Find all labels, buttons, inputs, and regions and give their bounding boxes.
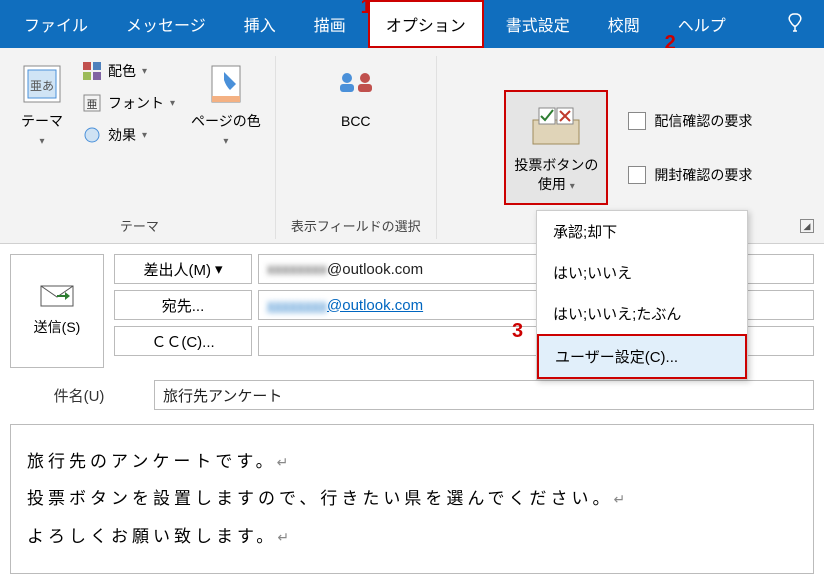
tab-options[interactable]: オプション	[368, 0, 484, 48]
tab-insert[interactable]: 挿入	[228, 2, 292, 46]
subject-label: 件名(U)	[10, 380, 148, 410]
vote-option-yes-no[interactable]: はい;いいえ	[537, 252, 747, 293]
body-line-2: 投票ボタンを設置しますので、行きたい県を選んでください。	[27, 489, 613, 508]
send-button-label: 送信(S)	[34, 317, 81, 337]
font-button-label: フォント	[108, 93, 164, 113]
palette-icon	[82, 61, 102, 81]
chevron-down-icon: ▾	[142, 130, 147, 141]
page-color-button[interactable]: ページの色 ▾	[187, 56, 265, 152]
checkbox-icon	[628, 112, 646, 130]
color-button-label: 配色	[108, 61, 136, 81]
bcc-button[interactable]: BCC	[328, 56, 384, 134]
group-theme-label: テーマ	[120, 212, 159, 239]
svg-text:亜あ: 亜あ	[30, 79, 54, 93]
delivery-receipt-label: 配信確認の要求	[654, 111, 752, 131]
paragraph-mark-icon: ↵	[277, 529, 289, 545]
color-button[interactable]: 配色 ▾	[78, 58, 179, 84]
theme-icon: 亜あ	[18, 60, 66, 108]
page-color-label: ページの色	[191, 113, 261, 129]
vote-button-label1: 投票ボタンの	[514, 157, 598, 173]
chevron-down-icon: ▾	[223, 136, 228, 147]
body-line-1: 旅行先のアンケートです。	[27, 452, 277, 471]
group-theme: 亜あ テーマ ▾ 配色 ▾ 亜 フォント ▾ 効果 ▾	[4, 56, 276, 239]
page-color-icon	[202, 60, 250, 108]
tab-message[interactable]: メッセージ	[110, 2, 222, 46]
vote-option-approve-reject[interactable]: 承認;却下	[537, 211, 747, 252]
tab-help[interactable]: ヘルプ	[662, 2, 742, 46]
group-show-fields: BCC 表示フィールドの選択	[276, 56, 437, 239]
paragraph-mark-icon: ↵	[613, 491, 625, 507]
vote-button[interactable]: 投票ボタンの 使用 ▾	[504, 90, 608, 204]
font-icon: 亜	[82, 93, 102, 113]
vote-icon	[527, 102, 585, 150]
paragraph-mark-icon: ↵	[277, 454, 289, 470]
bcc-button-label: BCC	[341, 112, 371, 130]
vote-dropdown-menu: 承認;却下 はい;いいえ はい;いいえ;たぶん ユーザー設定(C)...	[536, 210, 748, 380]
tab-draw-label: 描画	[314, 18, 346, 35]
checkbox-icon	[628, 166, 646, 184]
tellme-icon[interactable]	[778, 4, 816, 45]
chevron-down-icon: ▾	[170, 98, 175, 109]
effect-button[interactable]: 効果 ▾	[78, 122, 179, 148]
vote-option-custom[interactable]: ユーザー設定(C)...	[537, 334, 747, 379]
from-button[interactable]: 差出人(M)▾	[114, 254, 252, 284]
subject-input[interactable]: 旅行先アンケート	[154, 380, 814, 410]
to-button[interactable]: 宛先...	[114, 290, 252, 320]
theme-button-label: テーマ	[21, 113, 63, 129]
font-button[interactable]: 亜 フォント ▾	[78, 90, 179, 116]
send-button[interactable]: 送信(S)	[10, 254, 104, 368]
bcc-icon	[332, 60, 380, 108]
message-body[interactable]: 旅行先のアンケートです。↵ 投票ボタンを設置しますので、行きたい県を選んでくださ…	[10, 424, 814, 574]
chevron-down-icon: ▾	[142, 66, 147, 77]
effect-button-label: 効果	[108, 125, 136, 145]
vote-button-label2: 使用	[538, 176, 566, 192]
read-receipt-checkbox[interactable]: 開封確認の要求	[628, 159, 752, 191]
tab-draw[interactable]: 描画 1	[298, 2, 362, 46]
effect-icon	[82, 125, 102, 145]
tab-review-label: 校閲	[608, 18, 640, 35]
group-show-fields-label: 表示フィールドの選択	[291, 212, 421, 239]
tab-review[interactable]: 校閲 2	[592, 2, 656, 46]
theme-button[interactable]: 亜あ テーマ ▾	[14, 56, 70, 152]
chevron-down-icon: ▾	[570, 181, 575, 192]
read-receipt-label: 開封確認の要求	[654, 165, 752, 185]
body-line-3: よろしくお願い致します。	[27, 527, 277, 546]
send-icon	[40, 285, 74, 307]
tab-file[interactable]: ファイル	[8, 2, 104, 46]
chevron-down-icon: ▾	[39, 136, 44, 147]
ribbon-tab-bar: ファイル メッセージ 挿入 描画 1 オプション 書式設定 校閲 2 ヘルプ	[0, 0, 824, 48]
dialog-launcher[interactable]: ◢	[800, 219, 814, 233]
svg-text:亜: 亜	[87, 99, 98, 111]
cc-button[interactable]: ＣＣ(C)...	[114, 326, 252, 356]
delivery-receipt-checkbox[interactable]: 配信確認の要求	[628, 105, 752, 137]
tab-format[interactable]: 書式設定	[490, 2, 586, 46]
vote-option-yes-no-maybe[interactable]: はい;いいえ;たぶん	[537, 293, 747, 334]
